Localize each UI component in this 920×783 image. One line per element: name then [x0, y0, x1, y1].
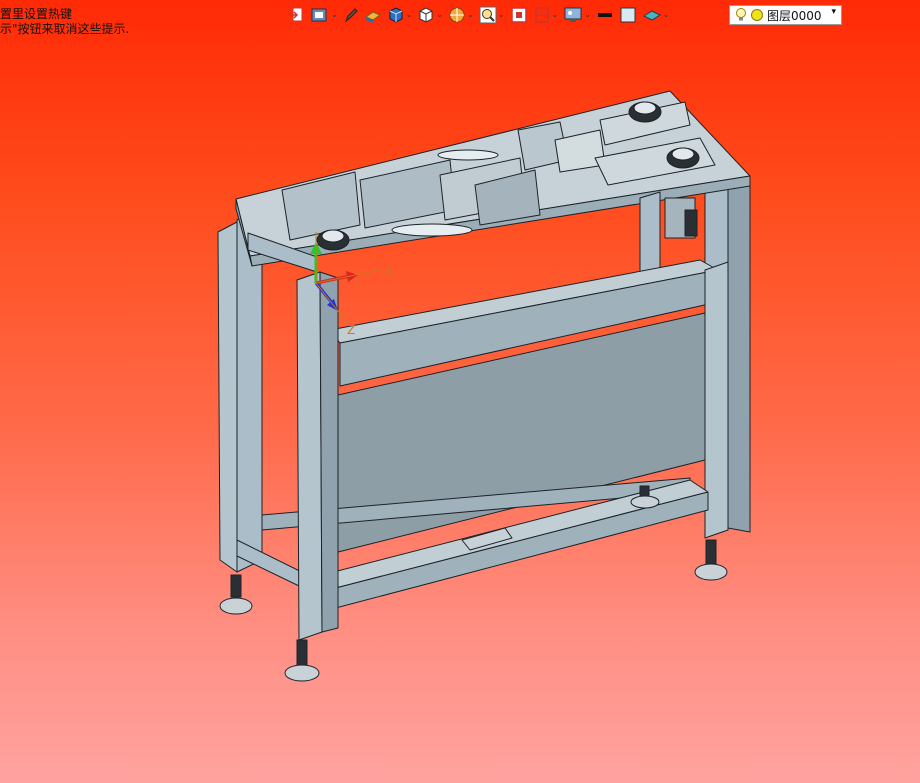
- machine-frame-model: [217, 90, 751, 682]
- foot-back-left: [219, 574, 253, 615]
- x-axis-label: X: [385, 265, 393, 279]
- pulley-right: [666, 147, 700, 169]
- foot-front-left: [284, 639, 320, 682]
- pulley-top-right: [628, 101, 662, 123]
- motor: [664, 197, 698, 239]
- front-right-leg: [639, 191, 661, 281]
- front-left-leg-side: [319, 271, 339, 633]
- left-back-leg-front: [217, 221, 238, 573]
- front-left-leg: [296, 271, 323, 641]
- model-viewport[interactable]: X Z: [0, 0, 920, 783]
- foot-front-right: [694, 539, 728, 581]
- pulley-left: [316, 229, 350, 251]
- back-right-leg-side: [727, 177, 751, 533]
- z-axis-label: Z: [347, 323, 355, 337]
